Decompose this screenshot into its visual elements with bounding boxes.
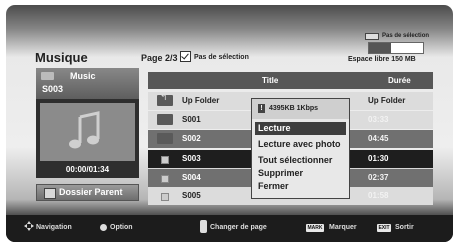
- popup-option-lecture-photo[interactable]: Lecture avec photo: [255, 138, 346, 151]
- row-title: S002: [182, 134, 201, 143]
- popup-option-delete[interactable]: Supprimer: [255, 167, 346, 180]
- legend-option: Option: [110, 224, 133, 231]
- column-title: Title: [262, 76, 279, 85]
- row-duration: 02:37: [368, 173, 389, 182]
- parent-folder-label: Dossier Parent: [59, 187, 123, 197]
- row-duration: Up Folder: [368, 96, 406, 105]
- legend-navigation: Navigation: [36, 224, 72, 231]
- navigation-icon: [24, 221, 34, 231]
- mark-key-icon: MARK: [306, 224, 324, 232]
- row-title: S004: [182, 173, 201, 182]
- row-duration: 04:45: [368, 134, 389, 143]
- folder-icon: [157, 114, 173, 125]
- free-space-label: Espace libre 150 MB: [348, 56, 416, 63]
- folder-name: Music: [70, 71, 96, 81]
- row-duration: 01:58: [368, 191, 389, 200]
- row-title: S003: [182, 154, 201, 163]
- row-title: S005: [182, 191, 201, 200]
- info-icon: !: [258, 104, 265, 113]
- usb-icon: [365, 33, 379, 40]
- music-file-icon: [161, 175, 169, 183]
- info-panel: Music S003 00:00/01:34: [36, 68, 139, 178]
- row-title: S001: [182, 115, 201, 124]
- file-info: 4395KB 1Kbps: [269, 105, 319, 112]
- folder-icon: [157, 133, 173, 144]
- storage-used-fill: [369, 43, 391, 53]
- music-browser-screen: Musique Page 2/3 Pas de sélection Pas de…: [6, 5, 453, 242]
- legend-mark: Marquer: [329, 224, 357, 231]
- legend-exit: Sortir: [395, 224, 414, 231]
- storage-capacity-bar: [368, 42, 424, 54]
- album-art: [40, 103, 135, 161]
- option-popup: ! 4395KB 1Kbps Lecture Lecture avec phot…: [251, 98, 350, 199]
- up-folder-icon: [157, 92, 173, 106]
- page-indicator: Page 2/3: [141, 53, 178, 63]
- device-label: Pas de sélection: [382, 33, 430, 39]
- music-file-icon: [161, 156, 169, 164]
- page-title: Musique: [35, 50, 88, 65]
- column-duration: Durée: [388, 76, 411, 85]
- playback-time: 00:00/01:34: [65, 165, 110, 174]
- select-none-checkbox[interactable]: [180, 51, 191, 62]
- music-file-icon: [161, 193, 169, 201]
- music-folder-icon: [41, 72, 54, 80]
- exit-key-icon: EXIT: [377, 224, 391, 232]
- table-header: Title Durée: [148, 72, 433, 89]
- folder-up-icon: [44, 188, 56, 199]
- option-button-icon: [100, 224, 107, 231]
- popup-option-select-all[interactable]: Tout sélectionner: [255, 154, 346, 167]
- music-note-icon: [69, 111, 100, 149]
- legend-change-page: Changer de page: [210, 224, 267, 231]
- popup-option-lecture[interactable]: Lecture: [255, 122, 346, 135]
- row-duration: 01:30: [368, 154, 389, 163]
- row-title: Up Folder: [182, 96, 220, 105]
- page-change-icon: [200, 220, 207, 233]
- row-duration: 03:33: [368, 115, 389, 124]
- select-none-label: Pas de sélection: [194, 54, 249, 61]
- selected-item-name: S003: [42, 84, 64, 94]
- popup-option-close[interactable]: Fermer: [255, 180, 346, 193]
- parent-folder-button[interactable]: Dossier Parent: [36, 184, 139, 201]
